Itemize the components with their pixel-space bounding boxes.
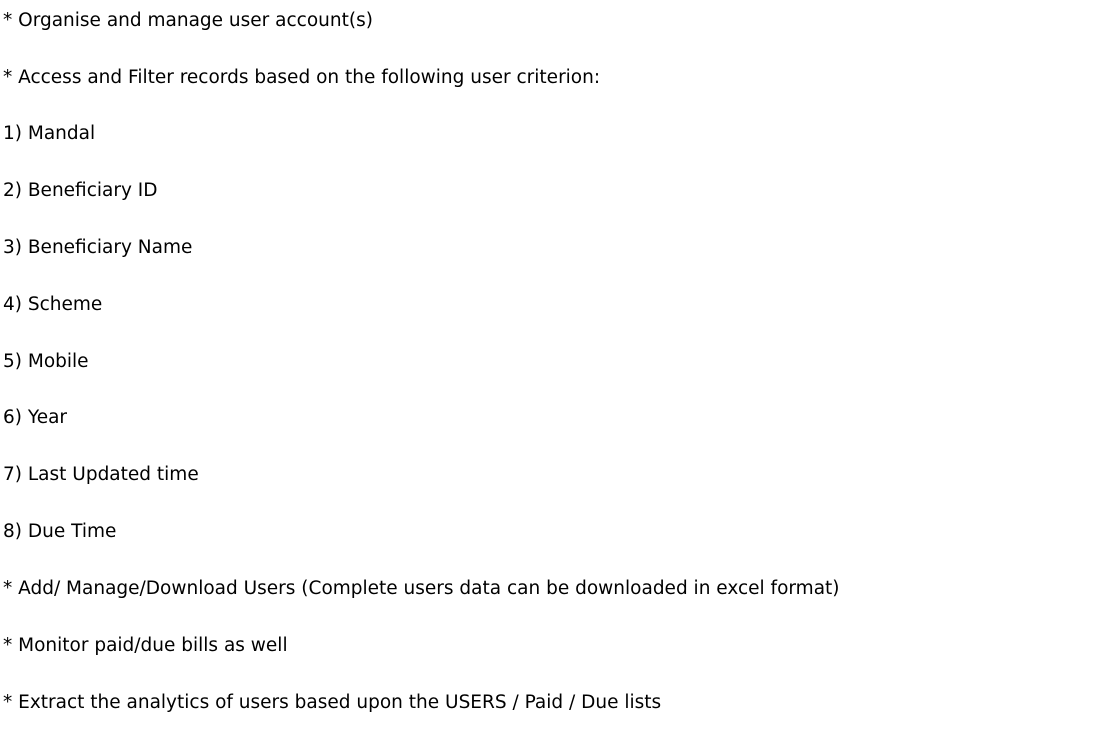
criterion-item-mandal: 1) Mandal [3, 123, 96, 144]
feature-bullet-extract-analytics: * Extract the analytics of users based u… [3, 692, 662, 713]
criterion-item-mobile: 5) Mobile [3, 351, 89, 372]
criterion-item-beneficiary-id: 2) Beneficiary ID [3, 180, 158, 201]
criterion-item-last-updated: 7) Last Updated time [3, 464, 199, 485]
document-body: * Organise and manage user account(s) * … [0, 0, 1102, 744]
feature-bullet-download-users: * Add/ Manage/Download Users (Complete u… [3, 578, 840, 599]
feature-bullet-monitor-bills: * Monitor paid/due bills as well [3, 635, 288, 656]
criterion-item-due-time: 8) Due Time [3, 521, 117, 542]
criterion-item-year: 6) Year [3, 407, 68, 428]
criterion-item-beneficiary-name: 3) Beneficiary Name [3, 237, 193, 258]
criterion-item-scheme: 4) Scheme [3, 294, 103, 315]
feature-bullet-filter-records: * Access and Filter records based on the… [3, 67, 601, 88]
feature-bullet-manage-accounts: * Organise and manage user account(s) [3, 10, 373, 31]
